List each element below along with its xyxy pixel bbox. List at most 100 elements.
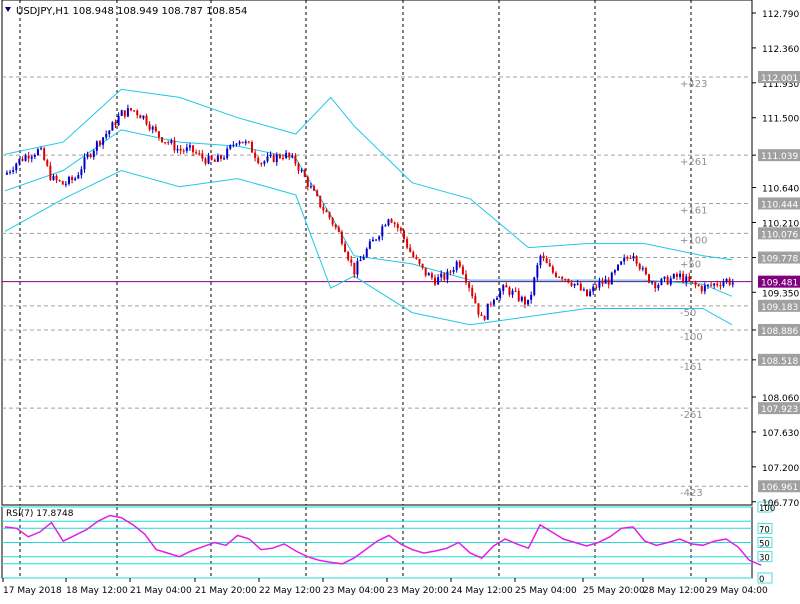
candle-body [371,239,374,242]
candle-body [77,175,80,179]
candle-body [375,239,378,241]
candle-body [102,137,105,145]
candle-body [638,263,641,270]
candle-body [359,259,362,262]
candle-body [316,190,319,196]
candle-body [390,219,393,223]
candle-body [654,282,657,289]
candle-body [40,148,43,150]
candle-body [294,155,297,164]
candle-body [514,290,517,292]
candle-body [443,273,446,280]
candle-body [368,241,371,249]
candle-body [666,276,669,285]
x-tick-label: 23 May 20:00 [387,586,449,596]
candle-body [402,230,405,240]
candle-body [353,262,356,275]
rsi-level-label: 30 [759,554,770,564]
candle-body [523,296,526,305]
candle-body [173,140,176,151]
candle-body [185,147,188,152]
candle-body [365,248,368,257]
candle-body [15,163,18,171]
candle-body [306,176,309,187]
rsi-level-label: 70 [759,525,770,535]
candle-body [92,150,95,158]
candle-body [285,152,288,158]
candle-body [570,282,573,286]
candle-body [123,110,126,117]
candle-body [182,150,185,152]
candle-body [651,282,654,284]
candle-body [468,282,471,288]
candle-body [229,145,232,149]
candle-body [340,231,343,244]
candle-body [415,257,418,259]
candle-body [595,286,598,288]
candle-body [213,159,216,162]
candle-body [164,142,167,144]
candle-body [533,277,536,295]
candle-body [607,279,610,285]
candle-body [266,156,269,162]
candle-body [589,291,592,297]
chart-window[interactable]: +423 +261 +161 +100 +50 -50 -100 -161 -261 -423 R… [0,0,800,600]
candle-body [508,287,511,295]
level-label: -50 [680,308,696,319]
candle-body [626,257,629,259]
candle-body [669,278,672,285]
candle-body [483,316,486,320]
candle-body [241,141,244,144]
level-label: +100 [680,235,707,246]
candle-body [433,277,436,285]
level-price-label: 108.886 [761,327,798,337]
candle-body [89,154,92,158]
candle-body [728,279,731,285]
candle-body [303,170,306,177]
candle-body [406,239,409,248]
candle-body [195,152,198,154]
candle-body [387,219,390,226]
candle-body [517,290,520,301]
x-tick-label: 17 May 2018 [3,586,62,596]
candle-body [629,258,632,260]
candle-body [148,124,151,130]
x-tick-label: 29 May 04:00 [706,586,768,596]
candle-body [691,281,694,283]
candle-body [623,257,626,262]
candle-body [161,137,164,143]
candle-body [471,287,474,297]
candle-body [309,186,312,188]
candle-body [297,163,300,171]
candle-body [648,274,651,283]
candle-body [620,261,623,265]
candle-body [437,277,440,285]
candle-body [604,279,607,284]
candle-body [204,158,207,164]
candle-body [576,283,579,285]
candle-body [207,155,210,164]
candle-body [83,157,86,170]
candle-body [617,264,620,271]
candle-body [71,177,74,180]
rsi-level-label: 0 [759,575,764,585]
candle-body [430,273,433,278]
candle-body [558,276,561,278]
candle-body [694,282,697,285]
candle-body [216,155,219,162]
price-chart[interactable]: +423 +261 +161 +100 +50 -50 -100 -161 -261 -423 R… [0,0,800,600]
candle-body [319,195,322,208]
candle-body [700,286,703,292]
level-price-label: 112.001 [761,74,798,84]
candle-body [682,273,685,283]
candle-body [86,154,89,158]
candle-body [399,227,402,231]
candle-body [685,276,688,283]
candle-body [331,217,334,225]
candle-body [489,303,492,305]
candle-body [703,285,706,292]
candle-body [567,278,570,283]
candle-body [328,212,331,218]
candle-body [325,210,328,213]
candle-body [486,303,489,320]
